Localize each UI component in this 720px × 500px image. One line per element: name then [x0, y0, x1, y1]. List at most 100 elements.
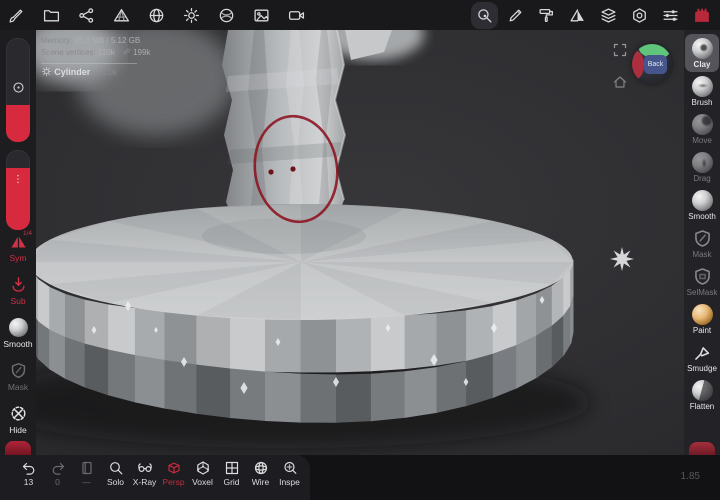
- brush-tool-flatten[interactable]: Flatten: [685, 376, 719, 414]
- nav-gizmo[interactable]: Back: [632, 44, 672, 84]
- view-toggle-wire[interactable]: Wire: [246, 455, 275, 500]
- toolbar-button-brushcursoricon[interactable]: [8, 7, 25, 24]
- sculpt-model-canvas[interactable]: [36, 30, 684, 455]
- toolbar-button-globeicon[interactable]: [148, 7, 165, 24]
- nav-left-ring[interactable]: [632, 51, 644, 79]
- shield2-icon: [692, 266, 713, 287]
- toolbar-button-paintrollericon[interactable]: [538, 7, 555, 24]
- intensity-slider[interactable]: [6, 150, 30, 230]
- sphere-move: [692, 114, 713, 135]
- radius-dot-icon: [11, 80, 26, 95]
- tool-label: Mask: [8, 382, 28, 392]
- history-count: —: [82, 477, 91, 487]
- brush-tool-brush[interactable]: Brush: [685, 72, 719, 110]
- toolbar-button-imageicon[interactable]: [253, 7, 270, 24]
- info-divider: [41, 63, 137, 64]
- app-logo-icon[interactable]: [692, 5, 712, 25]
- topbar-left-group: [8, 7, 305, 24]
- toolbar-button-symmetryicon[interactable]: [569, 7, 586, 24]
- falloff-icon: [12, 172, 24, 184]
- sculpt-app: 1/4 Sym Sub Smooth Mask Hi: [0, 0, 720, 500]
- bottom-panel: 13 0 — Solo X-Ray: [0, 455, 310, 500]
- annotation-dot: [268, 169, 273, 174]
- brush-tool-smudge[interactable]: Smudge: [685, 338, 719, 376]
- brush-tool-move[interactable]: Move: [685, 110, 719, 148]
- history-button-redoicon[interactable]: 0: [43, 455, 72, 500]
- globe-icon: [148, 7, 165, 24]
- object-detail: · 12.0k: [92, 68, 116, 77]
- sub-arrow-icon: [9, 275, 28, 294]
- matcap-sphere-icon: [218, 7, 235, 24]
- link-icon: [122, 47, 131, 56]
- expand-icon[interactable]: [612, 42, 628, 58]
- tool-badge: 1/4: [23, 230, 32, 237]
- sliders-icon: [662, 7, 679, 24]
- left-tool-smooth[interactable]: Smooth: [0, 318, 36, 349]
- toolbar-button-cameraicon[interactable]: [288, 7, 305, 24]
- partial-tool-item[interactable]: [5, 441, 31, 455]
- object-name: Cylinder: [54, 67, 90, 77]
- brush-tool-clay[interactable]: Clay: [685, 34, 719, 72]
- sphere-flatten: [692, 380, 713, 401]
- nav-back-face[interactable]: Back: [644, 55, 667, 74]
- gear-flower-icon: [41, 68, 52, 77]
- tool-label: Sub: [10, 296, 25, 306]
- viewport-3d[interactable]: Memory: 95.6 MB / 5.12 GB Scene vertices…: [36, 30, 684, 455]
- left-tool-sub[interactable]: Sub: [0, 275, 36, 306]
- left-toolbar: 1/4 Sym Sub Smooth Mask Hi: [0, 30, 36, 455]
- vertices-row: Scene vertices: 110k · 199k: [41, 47, 150, 59]
- left-tool-hide[interactable]: Hide: [0, 404, 36, 435]
- toolbar-button-zoomsphereicon[interactable]: [476, 7, 493, 24]
- brush-cursor-icon: [8, 7, 25, 24]
- brush-tool-selmask[interactable]: SelMask: [685, 262, 719, 300]
- brush-tool-mask[interactable]: Mask: [685, 224, 719, 262]
- tool-label: Clay: [694, 60, 711, 69]
- faces-value: 199k: [133, 48, 150, 57]
- left-tool-list: 1/4 Sym Sub Smooth Mask Hi: [0, 232, 36, 435]
- solo-icon: [108, 460, 124, 476]
- brush-tool-smooth[interactable]: Smooth: [685, 186, 719, 224]
- memory-label: Memory:: [41, 36, 72, 45]
- hide-cross-icon: [9, 404, 28, 423]
- history-button-bookicon[interactable]: —: [72, 455, 101, 500]
- tool-label: Flatten: [690, 402, 714, 411]
- toolbar-button-foldericon[interactable]: [43, 7, 60, 24]
- toolbar-button-sunicon[interactable]: [183, 7, 200, 24]
- memory-row: Memory: 95.6 MB / 5.12 GB: [41, 35, 150, 47]
- tool-label: Smooth: [3, 339, 32, 349]
- view-toggle-grid[interactable]: Grid: [217, 455, 246, 500]
- left-tool-sym[interactable]: 1/4 Sym: [0, 232, 36, 263]
- view-toggle-persp[interactable]: Persp: [159, 455, 188, 500]
- toolbar-button-pencilicon[interactable]: [507, 7, 524, 24]
- brush-tool-paint[interactable]: Paint: [685, 300, 719, 338]
- tool-label: Brush: [692, 98, 713, 107]
- toolbar-button-settingsicon[interactable]: [631, 7, 648, 24]
- radius-slider[interactable]: [6, 38, 30, 142]
- view-toggle-xray[interactable]: X-Ray: [130, 455, 159, 500]
- undo-icon: [21, 460, 37, 476]
- toolbar-button-slidersicon[interactable]: [662, 7, 679, 24]
- left-tool-mask[interactable]: Mask: [0, 361, 36, 392]
- partial-tool-item[interactable]: [689, 442, 715, 455]
- memory-value: 95.6 MB / 5.12 GB: [74, 36, 140, 45]
- brush-tool-drag[interactable]: Drag: [685, 148, 719, 186]
- toggle-label: Wire: [252, 477, 269, 487]
- toolbar-button-sharenodesicon[interactable]: [78, 7, 95, 24]
- home-icon[interactable]: [612, 74, 628, 90]
- view-toggle-inspe[interactable]: Inspe: [275, 455, 304, 500]
- toolbar-button-matcapsphereicon[interactable]: [218, 7, 235, 24]
- validate-star-icon[interactable]: [610, 247, 634, 271]
- radius-slider-fill: [6, 105, 30, 142]
- history-button-undoicon[interactable]: 13: [14, 455, 43, 500]
- tool-label: Smooth: [688, 212, 716, 221]
- view-toggle-solo[interactable]: Solo: [101, 455, 130, 500]
- xray-icon: [137, 460, 153, 476]
- brush-toolbar: Clay Brush Move Drag Smooth Mask SelMask: [684, 30, 720, 455]
- object-row[interactable]: Cylinder · 12.0k: [41, 66, 150, 80]
- toolbar-button-layersicon[interactable]: [600, 7, 617, 24]
- pyramid-mesh-icon: [113, 7, 130, 24]
- tool-label: Move: [692, 136, 712, 145]
- view-toggle-voxel[interactable]: Voxel: [188, 455, 217, 500]
- toolbar-button-pyramidmeshicon[interactable]: [113, 7, 130, 24]
- zoom-sphere-icon: [476, 7, 493, 24]
